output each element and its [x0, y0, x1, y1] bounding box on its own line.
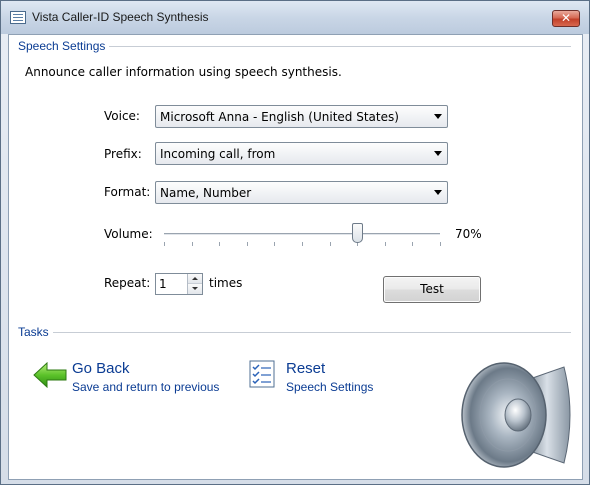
- app-window: Vista Caller-ID Speech Synthesis ✕ Speec…: [0, 0, 590, 485]
- volume-label: Volume:: [104, 227, 153, 241]
- volume-value: 70%: [455, 227, 482, 241]
- speech-settings-heading: Speech Settings: [18, 39, 106, 53]
- speech-settings-divider: [109, 46, 571, 47]
- spin-up-button[interactable]: [188, 274, 202, 284]
- volume-slider-tick: [219, 242, 220, 246]
- green-back-arrow-icon: [33, 362, 67, 388]
- tasks-heading: Tasks: [18, 325, 49, 339]
- format-dropdown[interactable]: Name, Number: [155, 181, 448, 204]
- reset-task[interactable]: Reset Speech Settings: [249, 358, 389, 398]
- volume-slider-thumb[interactable]: [352, 223, 363, 243]
- close-button[interactable]: ✕: [552, 10, 580, 27]
- volume-slider-tick: [302, 242, 303, 246]
- speaker-icon: [461, 362, 571, 468]
- voice-dropdown[interactable]: Microsoft Anna - English (United States): [155, 105, 448, 128]
- go-back-subtitle: Save and return to previous: [72, 380, 220, 394]
- prefix-value: Incoming call, from: [160, 147, 276, 161]
- client-area: Speech Settings Announce caller informat…: [8, 34, 583, 480]
- checklist-icon: [249, 360, 275, 388]
- tasks-divider: [53, 332, 571, 333]
- voice-label: Voice:: [104, 109, 140, 123]
- volume-slider-tick: [330, 242, 331, 246]
- chevron-down-icon: [434, 151, 442, 156]
- volume-slider-track[interactable]: [164, 233, 440, 236]
- format-label: Format:: [104, 185, 151, 199]
- volume-slider-tick: [412, 242, 413, 246]
- speech-settings-description: Announce caller information using speech…: [25, 65, 342, 79]
- voice-value: Microsoft Anna - English (United States): [160, 110, 399, 124]
- prefix-label: Prefix:: [104, 147, 142, 161]
- go-back-title: Go Back: [72, 360, 130, 377]
- chevron-down-icon: [434, 114, 442, 119]
- title-bar[interactable]: Vista Caller-ID Speech Synthesis ✕: [1, 1, 589, 34]
- spinner-buttons: [187, 274, 202, 294]
- chevron-down-icon: [434, 190, 442, 195]
- repeat-label: Repeat:: [104, 276, 151, 290]
- test-button[interactable]: Test: [383, 276, 481, 303]
- go-back-task[interactable]: Go Back Save and return to previous: [33, 358, 223, 398]
- volume-slider-tick: [164, 242, 165, 246]
- prefix-dropdown[interactable]: Incoming call, from: [155, 142, 448, 165]
- repeat-unit: times: [209, 276, 243, 290]
- reset-title: Reset: [286, 360, 326, 377]
- volume-slider-tick: [247, 242, 248, 246]
- app-icon: [10, 11, 26, 24]
- repeat-spinner[interactable]: 1: [155, 273, 203, 295]
- spin-down-button[interactable]: [188, 284, 202, 294]
- format-value: Name, Number: [160, 186, 252, 200]
- volume-slider-tick: [385, 242, 386, 246]
- volume-slider-tick: [440, 242, 441, 246]
- volume-slider-tick: [274, 242, 275, 246]
- window-title: Vista Caller-ID Speech Synthesis: [32, 10, 209, 24]
- repeat-value: 1: [159, 277, 167, 291]
- volume-slider-tick: [192, 242, 193, 246]
- reset-subtitle: Speech Settings: [286, 380, 374, 394]
